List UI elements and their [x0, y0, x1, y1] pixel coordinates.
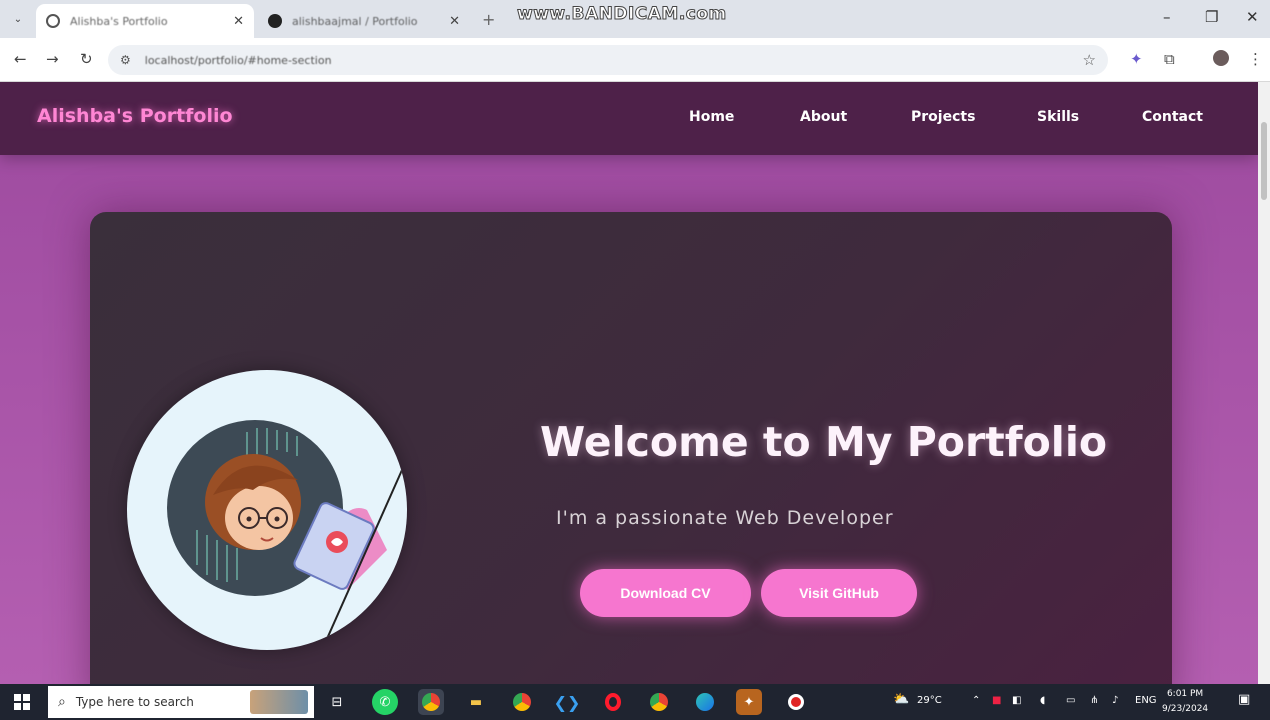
new-tab-button[interactable]: + — [482, 10, 495, 29]
nav-home[interactable]: Home — [689, 109, 734, 125]
tray-sound-icon[interactable]: ♪ — [1112, 695, 1118, 706]
browser-toolbar: ← → ↻ ⚙ localhost/portfolio/#home-sectio… — [0, 38, 1270, 82]
hero-subline: I'm a passionate Web Developer — [556, 507, 894, 529]
notification-icon[interactable]: ▣ — [1238, 692, 1250, 707]
tab-github[interactable]: alishbaajmal / Portfolio ✕ — [258, 4, 470, 38]
restore-button[interactable]: ❐ — [1205, 8, 1218, 26]
tab-search-icon[interactable]: ⌄ — [6, 8, 30, 30]
task-view-icon[interactable]: ⊟ — [324, 689, 350, 715]
tray-overflow-icon[interactable]: ⌃ — [972, 695, 980, 706]
girl-with-laptop-illustration — [167, 420, 403, 650]
language-indicator[interactable]: ENG — [1135, 695, 1157, 706]
page-scrollbar[interactable] — [1258, 82, 1270, 684]
address-bar[interactable]: ⚙ localhost/portfolio/#home-section ☆ — [108, 45, 1108, 75]
recorder-watermark: www.BANDICAM.com — [517, 4, 727, 25]
download-cv-button[interactable]: Download CV — [580, 569, 751, 617]
forward-icon[interactable]: → — [46, 50, 59, 68]
profile-illustration — [127, 370, 407, 650]
reload-icon[interactable]: ↻ — [80, 50, 93, 68]
bandicam-record-icon[interactable] — [783, 689, 809, 715]
search-placeholder: Type here to search — [75, 695, 194, 709]
hero-card: Welcome to My Portfolio I'm a passionate… — [90, 212, 1172, 684]
nav-skills[interactable]: Skills — [1037, 109, 1079, 125]
tray-volume-icon[interactable]: ◖ — [1040, 695, 1045, 706]
browser-tab-bar: ⌄ Alishba's Portfolio ✕ alishbaajmal / P… — [0, 0, 1270, 38]
scrollbar-thumb[interactable] — [1261, 122, 1267, 200]
chrome-icon[interactable] — [418, 689, 444, 715]
tab-close-icon[interactable]: ✕ — [233, 14, 244, 29]
chrome-profile-icon[interactable] — [509, 689, 535, 715]
vscode-icon[interactable]: ❮❯ — [554, 689, 581, 715]
extension-icon[interactable]: ✦ — [1130, 50, 1143, 68]
search-icon: ⌕ — [58, 694, 66, 710]
taskbar-clock[interactable]: 6:01 PM 9/23/2024 — [1162, 687, 1208, 717]
windows-taskbar: ⌕ Type here to search ⊟ ✆ ▬ ❮❯ ✦ ⛅ 29°C … — [0, 684, 1270, 720]
site-info-icon[interactable]: ⚙ — [120, 53, 131, 67]
chrome-alt-icon[interactable] — [646, 689, 672, 715]
nav-contact[interactable]: Contact — [1142, 109, 1203, 125]
file-explorer-icon[interactable]: ▬ — [463, 689, 489, 715]
weather-icon[interactable]: ⛅ — [893, 692, 909, 707]
tab-title: alishbaajmal / Portfolio — [292, 14, 418, 28]
tab-close-icon[interactable]: ✕ — [449, 14, 460, 29]
tray-wifi-icon[interactable]: ⋔ — [1090, 695, 1098, 706]
nav-about[interactable]: About — [800, 109, 847, 125]
opera-icon[interactable] — [600, 689, 626, 715]
search-highlight-image — [250, 690, 308, 714]
tray-app-icon[interactable]: ■ — [992, 695, 1001, 706]
taskbar-search-box[interactable]: ⌕ Type here to search — [48, 686, 314, 718]
globe-icon — [46, 14, 60, 28]
hero-headline: Welcome to My Portfolio — [540, 418, 1108, 466]
profile-avatar[interactable] — [1213, 50, 1229, 70]
close-window-button[interactable]: ✕ — [1246, 8, 1259, 26]
visit-github-button[interactable]: Visit GitHub — [761, 569, 917, 617]
bookmark-star-icon[interactable]: ☆ — [1083, 51, 1096, 69]
weather-temp[interactable]: 29°C — [917, 695, 942, 706]
edge-icon[interactable] — [692, 689, 718, 715]
windows-start-icon[interactable] — [14, 694, 30, 710]
back-icon[interactable]: ← — [14, 50, 27, 68]
tray-network-icon[interactable]: ◧ — [1012, 695, 1021, 706]
portfolio-page: Alishba's Portfolio Home About Projects … — [0, 82, 1258, 684]
url-text: localhost/portfolio/#home-section — [144, 53, 332, 67]
tray-battery-icon[interactable]: ▭ — [1066, 695, 1075, 706]
tab-portfolio[interactable]: Alishba's Portfolio ✕ — [36, 4, 254, 38]
minimize-button[interactable]: – — [1163, 8, 1171, 26]
site-brand[interactable]: Alishba's Portfolio — [37, 105, 233, 127]
github-icon — [268, 14, 282, 28]
browser-menu-icon[interactable]: ⋮ — [1248, 50, 1263, 68]
clock-date: 9/23/2024 — [1162, 704, 1209, 714]
site-navbar: Alishba's Portfolio Home About Projects … — [0, 82, 1258, 155]
sublime-icon[interactable]: ✦ — [736, 689, 762, 715]
tab-title: Alishba's Portfolio — [70, 14, 168, 28]
clock-time: 6:01 PM — [1166, 689, 1204, 699]
nav-projects[interactable]: Projects — [911, 109, 975, 125]
puzzle-icon[interactable]: ⧉ — [1164, 50, 1175, 68]
whatsapp-icon[interactable]: ✆ — [372, 689, 398, 715]
